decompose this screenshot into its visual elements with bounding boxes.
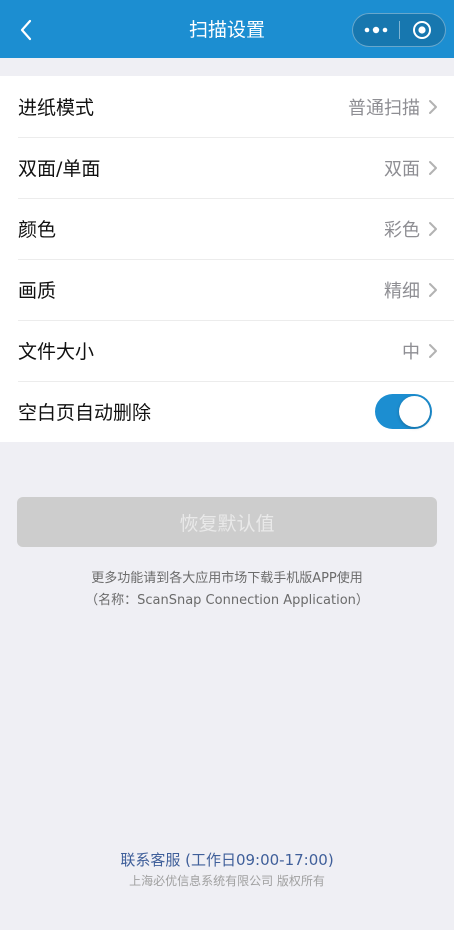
setting-row-paper-feed[interactable]: 进纸模式 普通扫描 (0, 76, 454, 137)
setting-value: 中 (402, 341, 420, 363)
page: 扫描设置 进纸模式 普通扫描 双面/单面 双面 颜色 彩色 画质 精细 文件大小… (0, 0, 454, 930)
chevron-right-icon (428, 282, 438, 298)
blank-page-delete-toggle[interactable] (375, 394, 432, 429)
setting-value: 普通扫描 (348, 97, 420, 119)
chevron-right-icon (428, 343, 438, 359)
more-dots-icon (364, 26, 388, 34)
contact-support-link[interactable]: 联系客服 (工作日09:00-17:00) (0, 849, 454, 870)
setting-label: 进纸模式 (18, 97, 95, 119)
capsule-menu (352, 13, 446, 47)
setting-row-color[interactable]: 颜色 彩色 (0, 198, 454, 259)
setting-value: 双面 (384, 158, 420, 180)
chevron-right-icon (428, 221, 438, 237)
reset-defaults-button[interactable]: 恢复默认值 (17, 497, 437, 547)
setting-label: 空白页自动删除 (18, 402, 152, 424)
copyright-text: 上海必优信息系统有限公司 版权所有 (129, 874, 325, 888)
setting-label: 画质 (18, 280, 57, 302)
app-download-note: 更多功能请到各大应用市场下载手机版APP使用 (91, 571, 363, 586)
setting-row-blank-page-delete: 空白页自动删除 (0, 381, 454, 442)
more-button[interactable] (353, 14, 399, 46)
setting-row-quality[interactable]: 画质 精细 (0, 259, 454, 320)
header-bar: 扫描设置 (0, 0, 454, 58)
setting-row-file-size[interactable]: 文件大小 中 (0, 320, 454, 381)
setting-value: 精细 (384, 280, 420, 302)
close-button[interactable] (399, 14, 445, 46)
chevron-right-icon (428, 160, 438, 176)
setting-label: 文件大小 (18, 341, 95, 363)
setting-value: 彩色 (384, 219, 420, 241)
target-close-icon (413, 21, 432, 39)
setting-row-duplex[interactable]: 双面/单面 双面 (0, 137, 454, 198)
setting-label: 颜色 (18, 219, 57, 241)
toggle-knob (399, 396, 430, 427)
settings-list: 进纸模式 普通扫描 双面/单面 双面 颜色 彩色 画质 精细 文件大小 中 空白… (0, 76, 454, 442)
setting-label: 双面/单面 (18, 158, 101, 180)
chevron-right-icon (428, 99, 438, 115)
app-name-note: （名称：ScanSnap Connection Application） (85, 593, 369, 608)
